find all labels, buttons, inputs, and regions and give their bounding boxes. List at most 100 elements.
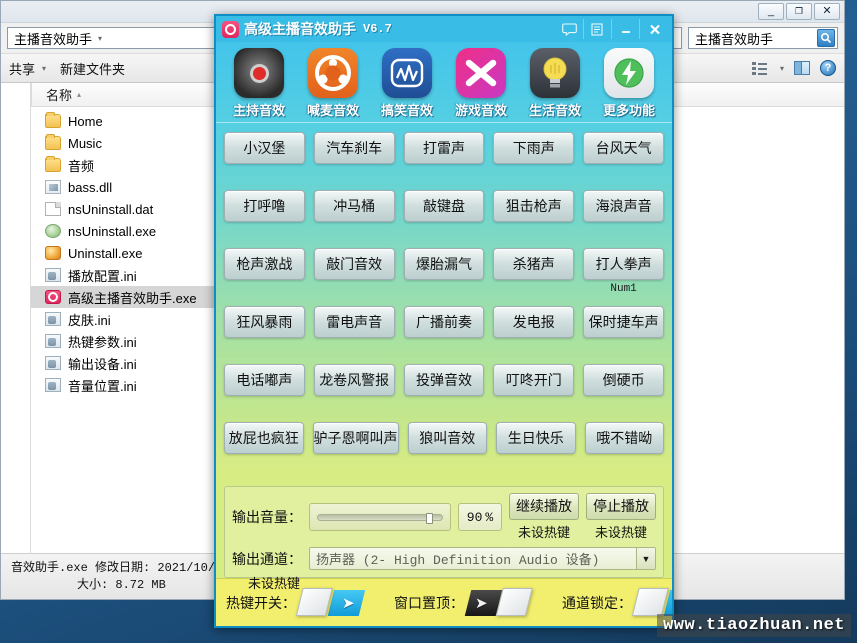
sound-button-cell: 投弹音效 [403,364,485,412]
topmost-toggle[interactable]: ➤ [464,587,533,616]
category-label: 喊麦音效 [306,103,359,118]
play-hotkey-label[interactable]: 未设热键 [518,522,570,541]
ini-file-icon [45,312,61,326]
sound-button[interactable]: 雷电声音 [313,306,395,338]
sound-button[interactable]: 倒硬币 [583,364,664,396]
views-icon[interactable] [751,61,768,75]
sound-button-row: 打呼噜 冲马桶 敲键盘 狙击枪声 海浪声音 [224,190,664,248]
stop-button[interactable]: 停止播放 [586,493,656,520]
sound-button-cell: 保时捷车声 [583,306,664,354]
sound-button[interactable]: 打人拳声 [583,248,664,280]
sound-button-row: 狂风暴雨 雷电声音 广播前奏 发电报 保时捷车声 [224,306,664,364]
sound-button[interactable]: 投弹音效 [403,364,485,396]
sound-button[interactable]: 杀猪声 [493,248,575,280]
hotkey-switch-toggle[interactable]: ➤ [295,587,366,616]
sound-button[interactable]: 下雨声 [493,132,575,164]
sound-button[interactable]: 生日快乐 [496,422,576,454]
volume-label: 输出音量： [232,509,302,525]
explorer-command-right: ▾ ? [751,60,836,76]
category-tab-3[interactable]: 搞笑音效 [370,48,444,119]
sound-button[interactable]: 海浪声音 [583,190,664,222]
hotkey-switch-hotkey-label[interactable]: 未设热键 [248,573,300,592]
explorer-maximize-button[interactable]: ❐ [786,3,812,20]
sound-button-cell: 打雷声 [403,132,485,180]
navigation-pane[interactable] [1,83,31,553]
preview-pane-icon[interactable] [794,61,810,75]
category-tab-1[interactable]: 主持音效 [222,48,296,119]
sound-button[interactable]: 小汉堡 [224,132,305,164]
explorer-minimize-button[interactable]: _ [758,3,784,20]
file-name: 音量位置.ini [68,378,137,394]
volume-slider[interactable] [309,503,451,531]
category-tab-2[interactable]: 喊麦音效 [296,48,370,119]
play-button[interactable]: 继续播放 [509,493,579,520]
footer-toggle-bar: 热键开关： ➤ 未设热键 窗口置顶： ➤ 通道锁定： [216,576,672,626]
app-titlebar-buttons [556,19,670,39]
sound-button-hotkey[interactable]: Num1 [610,283,636,296]
sound-button[interactable]: 打呼噜 [224,190,305,222]
sound-button[interactable]: 狙击枪声 [493,190,575,222]
chevron-down-icon: ▾ [42,63,47,73]
chevron-down-icon[interactable]: ▼ [636,548,655,569]
sound-button-cell: 电话嘟声 [224,364,305,412]
sound-button[interactable]: 狼叫音效 [407,422,487,454]
file-name: nsUninstall.exe [68,223,157,239]
new-folder-button[interactable]: 新建文件夹 [60,59,125,78]
sound-button[interactable]: 哦不错呦 [584,422,664,454]
sound-button-cell: 枪声激战 [224,248,305,296]
feedback-icon[interactable] [556,19,584,39]
sound-button[interactable]: 保时捷车声 [583,306,664,338]
stop-button-group: 停止播放 未设热键 [586,493,656,541]
search-input[interactable]: 主播音效助手 [688,27,838,49]
sound-button-cell: 小汉堡 [224,132,305,180]
stop-hotkey-label[interactable]: 未设热键 [595,522,647,541]
category-label: 更多功能 [602,103,655,118]
notes-icon[interactable] [584,19,612,39]
file-name: nsUninstall.dat [68,201,154,217]
sort-ascending-icon: ▴ [77,90,82,99]
sound-button[interactable]: 冲马桶 [313,190,395,222]
sound-button[interactable]: 龙卷风警报 [313,364,395,396]
sound-button[interactable]: 敲键盘 [403,190,485,222]
sound-button[interactable]: 台风天气 [583,132,664,164]
sound-button-cell: 海浪声音 [583,190,664,238]
sound-button[interactable]: 枪声激战 [224,248,305,280]
chevron-down-icon[interactable]: ▾ [98,34,102,43]
search-icon[interactable] [817,29,835,47]
sound-button[interactable]: 放屁也疯狂 [224,422,304,454]
channel-lock-label: 通道锁定： [562,594,632,611]
share-menu-button[interactable]: 共享 ▾ [9,59,46,78]
category-label: 游戏音效 [454,103,507,118]
sound-button[interactable]: 爆胎漏气 [403,248,485,280]
sound-button[interactable]: 打雷声 [403,132,485,164]
help-icon[interactable]: ? [820,60,836,76]
chevron-down-icon[interactable]: ▾ [780,64,784,73]
sound-button[interactable]: 广播前奏 [403,306,485,338]
category-tab-6[interactable]: 更多功能 [592,48,666,119]
sound-button[interactable]: 电话嘟声 [224,364,305,396]
file-name: bass.dll [68,179,113,195]
address-text: 主播音效助手 [14,31,93,47]
channel-lock-toggle[interactable]: ➤ [631,587,672,616]
topmost-label: 窗口置顶： [394,594,464,611]
category-tab-4[interactable]: 游戏音效 [444,48,518,119]
output-channel-select[interactable]: 扬声器 (2- High Definition Audio 设备) ▼ [309,547,656,570]
minimize-icon[interactable] [612,19,640,39]
explorer-close-button[interactable]: ✕ [814,3,840,20]
folder-icon [45,134,61,150]
sound-button-cell: 发电报 [493,306,575,354]
sound-button[interactable]: 发电报 [493,306,575,338]
volume-slider-thumb[interactable] [425,512,433,524]
volume-percent-display: 90 % [458,503,502,531]
channel-label: 输出通道： [232,550,302,567]
sound-button[interactable]: 驴子恩啊叫声 [312,422,399,454]
app-titlebar[interactable]: 高级主播音效助手 V6.7 [216,16,672,42]
sound-button[interactable]: 敲门音效 [313,248,395,280]
close-icon[interactable] [640,19,670,39]
sound-button[interactable]: 叮咚开门 [493,364,575,396]
file-name: 高级主播音效助手.exe [68,290,197,306]
sound-button[interactable]: 汽车刹车 [313,132,395,164]
sound-button[interactable]: 狂风暴雨 [224,306,305,338]
column-header-label: 名称 [46,88,73,103]
category-tab-5[interactable]: 生活音效 [518,48,592,119]
